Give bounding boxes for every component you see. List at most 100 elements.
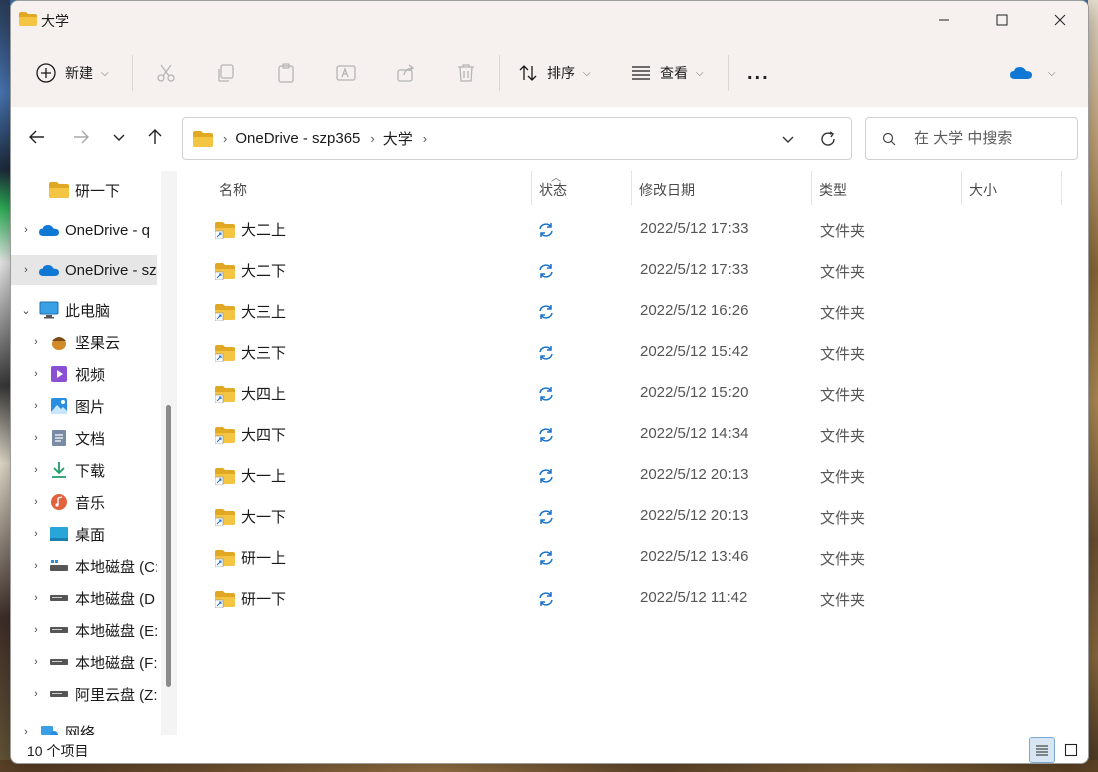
chevron-right-icon[interactable]: › (29, 688, 43, 700)
sidebar-item-videos[interactable]: › 视频 (11, 359, 157, 389)
sidebar-item-label: 研一下 (75, 182, 121, 200)
sync-icon (539, 223, 553, 237)
sort-button[interactable]: 排序 ⌵ (517, 53, 591, 93)
share-button[interactable] (395, 53, 417, 93)
column-divider[interactable] (631, 171, 632, 205)
file-row[interactable]: 研一下 2022/5/12 11:42 文件夹 (201, 578, 1061, 619)
sidebar-item-onedrive-sz[interactable]: › OneDrive - sz (11, 255, 157, 285)
chevron-right-icon[interactable]: › (29, 368, 43, 380)
chevron-right-icon[interactable]: › (19, 264, 33, 276)
sidebar-item-label: OneDrive - q (65, 221, 151, 239)
close-button[interactable] (1031, 1, 1088, 39)
sidebar-item-jianguoyun[interactable]: › 坚果云 (11, 327, 157, 357)
file-row[interactable]: 大四下 2022/5/12 14:34 文件夹 (201, 414, 1061, 455)
up-button[interactable] (139, 121, 171, 153)
sidebar-item-drive-f[interactable]: › 本地磁盘 (F: (11, 647, 157, 677)
column-divider[interactable] (1061, 171, 1062, 205)
chevron-right-icon[interactable]: › (19, 726, 33, 735)
file-row[interactable]: 研一上 2022/5/12 13:46 文件夹 (201, 537, 1061, 578)
delete-button[interactable] (455, 53, 477, 93)
column-divider[interactable] (531, 171, 532, 205)
chevron-right-icon[interactable]: › (29, 400, 43, 412)
window-title: 大学 (41, 13, 69, 29)
details-view-button[interactable] (1029, 737, 1055, 763)
sidebar-item-downloads[interactable]: › 下载 (11, 455, 157, 485)
folder-shortcut-icon (215, 550, 235, 567)
sidebar-item-drive-c[interactable]: › 本地磁盘 (C: (11, 551, 157, 581)
address-bar[interactable]: › OneDrive - szp365 › 大学 › (182, 117, 852, 160)
rename-button[interactable] (335, 53, 357, 93)
sync-icon (539, 428, 553, 442)
chevron-right-icon[interactable]: › (29, 656, 43, 668)
maximize-button[interactable] (973, 1, 1031, 39)
sidebar-item-drive-e[interactable]: › 本地磁盘 (E: (11, 615, 157, 645)
file-row[interactable]: 大四上 2022/5/12 15:20 文件夹 (201, 373, 1061, 414)
download-icon (49, 461, 69, 479)
sidebar-item-music[interactable]: › 音乐 (11, 487, 157, 517)
column-status[interactable]: 状态 (539, 180, 567, 200)
search-box[interactable] (865, 117, 1078, 160)
cloud-icon (1010, 66, 1032, 80)
copy-button[interactable] (215, 53, 237, 93)
back-button[interactable] (21, 121, 53, 153)
folder-shortcut-icon (215, 304, 235, 321)
column-header: ︿ 名称 状态 修改日期 类型 大小 (201, 171, 1062, 207)
sidebar-item-drive-z[interactable]: › 阿里云盘 (Z: (11, 679, 157, 709)
search-input[interactable] (914, 130, 1074, 147)
sidebar-item-desktop[interactable]: › 桌面 (11, 519, 157, 549)
file-row[interactable]: 大一上 2022/5/12 20:13 文件夹 (201, 455, 1061, 496)
sidebar-item-label: 此电脑 (65, 302, 111, 320)
chevron-down-icon: ⌵ (583, 67, 591, 79)
more-button[interactable]: ... (747, 53, 770, 93)
chevron-right-icon[interactable]: › (29, 496, 43, 508)
file-row[interactable]: 大二下 2022/5/12 17:33 文件夹 (201, 250, 1061, 291)
address-history-button[interactable] (777, 128, 799, 150)
sidebar-item-documents[interactable]: › 文档 (11, 423, 157, 453)
sidebar-item-this-pc[interactable]: ⌄ 此电脑 (11, 295, 157, 325)
tiles-view-button[interactable] (1058, 737, 1084, 763)
sidebar-scrollbar[interactable] (161, 171, 177, 735)
chevron-right-icon[interactable]: › (29, 560, 43, 572)
chevron-right-icon[interactable]: › (29, 624, 43, 636)
sidebar-item-quick-folder[interactable]: 研一下 (11, 175, 157, 205)
folder-shortcut-icon (215, 509, 235, 526)
sidebar-item-label: 本地磁盘 (D (75, 590, 155, 608)
view-label: 查看 (660, 65, 688, 81)
chevron-right-icon[interactable]: › (29, 592, 43, 604)
onedrive-status-button[interactable]: ⌵ (1010, 53, 1056, 93)
column-size[interactable]: 大小 (969, 180, 997, 200)
sidebar-item-drive-d[interactable]: › 本地磁盘 (D (11, 583, 157, 613)
chevron-right-icon[interactable]: › (29, 528, 43, 540)
cut-button[interactable] (155, 53, 177, 93)
column-name[interactable]: 名称 (219, 180, 247, 200)
sidebar-item-onedrive-q[interactable]: › OneDrive - q (11, 215, 157, 245)
file-row[interactable]: 大三上 2022/5/12 16:26 文件夹 (201, 291, 1061, 332)
chevron-right-icon[interactable]: › (29, 464, 43, 476)
chevron-right-icon[interactable]: › (29, 336, 43, 348)
chevron-right-icon[interactable]: › (29, 432, 43, 444)
forward-button[interactable] (65, 121, 97, 153)
file-row[interactable]: 大二上 2022/5/12 17:33 文件夹 (201, 209, 1061, 250)
minimize-button[interactable] (915, 1, 973, 39)
refresh-button[interactable] (817, 128, 839, 150)
column-modified[interactable]: 修改日期 (639, 180, 695, 200)
sidebar-item-network[interactable]: › 网络 (11, 717, 157, 735)
sidebar-item-pictures[interactable]: › 图片 (11, 391, 157, 421)
paste-button[interactable] (275, 53, 297, 93)
file-row[interactable]: 大一下 2022/5/12 20:13 文件夹 (201, 496, 1061, 537)
recent-locations-button[interactable] (103, 121, 135, 153)
breadcrumb-onedrive[interactable]: OneDrive - szp365 (235, 130, 360, 147)
breadcrumb-current[interactable]: 大学 (383, 128, 413, 149)
column-divider[interactable] (961, 171, 962, 205)
column-type[interactable]: 类型 (819, 180, 847, 200)
new-button[interactable]: 新建 ⌵ (35, 53, 109, 93)
breadcrumb-separator-icon: › (223, 131, 228, 146)
close-icon (1054, 14, 1066, 26)
file-row[interactable]: 大三下 2022/5/12 15:42 文件夹 (201, 332, 1061, 373)
scrollbar-thumb[interactable] (166, 405, 171, 687)
column-divider[interactable] (811, 171, 812, 205)
sidebar-item-label: 桌面 (75, 526, 106, 544)
chevron-right-icon[interactable]: › (19, 224, 33, 236)
chevron-down-icon[interactable]: ⌄ (19, 304, 33, 317)
view-button[interactable]: 查看 ⌵ (630, 53, 704, 93)
